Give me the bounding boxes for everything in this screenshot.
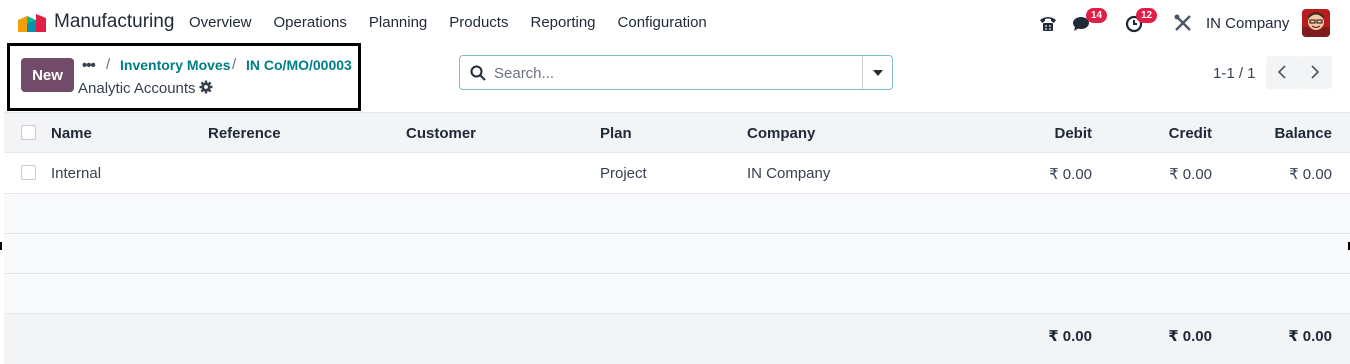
column-customer[interactable]: Customer (406, 125, 476, 142)
pager-next-button[interactable] (1299, 56, 1332, 89)
activities-badge: 12 (1136, 8, 1158, 23)
table-footer-totals: ₹ 0.00 ₹ 0.00 ₹ 0.00 (4, 313, 1350, 364)
total-debit: ₹ 0.00 (1048, 328, 1092, 345)
cell-name: Internal (51, 165, 102, 182)
resize-handle-right[interactable] (1346, 242, 1350, 252)
cell-plan: Project (600, 165, 647, 182)
new-button[interactable]: New (21, 58, 74, 92)
cell-balance: ₹ 0.00 (1289, 166, 1332, 183)
total-credit: ₹ 0.00 (1168, 328, 1212, 345)
gear-icon[interactable] (199, 80, 213, 94)
pager-previous-button[interactable] (1266, 56, 1299, 89)
chat-icon[interactable]: 14 (1072, 8, 1108, 34)
column-plan[interactable]: Plan (600, 125, 632, 142)
search-icon (470, 65, 486, 81)
top-navbar: Manufacturing Overview Operations Planni… (0, 0, 1350, 46)
tools-icon[interactable] (1172, 12, 1194, 34)
menu-planning[interactable]: Planning (369, 14, 427, 31)
app-name[interactable]: Manufacturing (54, 11, 174, 33)
column-credit[interactable]: Credit (1169, 125, 1212, 142)
chevron-left-icon (1277, 65, 1286, 79)
column-company[interactable]: Company (747, 125, 815, 142)
company-switcher[interactable]: IN Company (1206, 15, 1289, 32)
empty-row (4, 273, 1350, 313)
resize-handle-left[interactable] (0, 242, 4, 252)
phone-icon[interactable] (1037, 12, 1059, 34)
menu-configuration[interactable]: Configuration (618, 14, 707, 31)
column-reference[interactable]: Reference (208, 125, 281, 142)
cell-company: IN Company (747, 165, 831, 182)
pager-value[interactable]: 1-1 / 1 (1213, 65, 1256, 82)
search-bar (459, 55, 893, 90)
menu-reporting[interactable]: Reporting (530, 14, 595, 31)
select-all-checkbox[interactable] (21, 125, 36, 140)
breadcrumb-separator: / (232, 56, 237, 73)
chevron-right-icon (1311, 65, 1320, 79)
column-debit[interactable]: Debit (1055, 125, 1093, 142)
table-header: Name Reference Customer Plan Company Deb… (4, 112, 1350, 152)
page-title: Analytic Accounts (78, 80, 196, 97)
breadcrumb-more-icon[interactable]: ••• (82, 57, 96, 74)
search-input[interactable] (494, 62, 854, 84)
cell-debit: ₹ 0.00 (1049, 166, 1092, 183)
empty-row (4, 193, 1350, 233)
column-name[interactable]: Name (51, 125, 92, 142)
column-balance[interactable]: Balance (1274, 125, 1332, 142)
search-options-toggle[interactable] (862, 56, 892, 89)
empty-row (4, 233, 1350, 273)
messages-badge: 14 (1086, 8, 1108, 23)
main-menu: Overview Operations Planning Products Re… (189, 14, 729, 31)
breadcrumb-inventory-moves[interactable]: Inventory Moves (120, 57, 230, 73)
menu-products[interactable]: Products (449, 14, 508, 31)
menu-overview[interactable]: Overview (189, 14, 252, 31)
breadcrumb-mo-record[interactable]: IN Co/MO/00003 (246, 57, 352, 73)
caret-down-icon (873, 70, 883, 76)
clock-icon[interactable]: 12 (1124, 8, 1158, 34)
manufacturing-app-icon[interactable] (18, 14, 46, 32)
user-avatar[interactable] (1302, 9, 1330, 37)
menu-operations[interactable]: Operations (274, 14, 347, 31)
table-row[interactable]: Internal Project IN Company ₹ 0.00 ₹ 0.0… (4, 152, 1350, 192)
row-checkbox[interactable] (21, 165, 36, 180)
cell-credit: ₹ 0.00 (1169, 166, 1212, 183)
total-balance: ₹ 0.00 (1288, 328, 1332, 345)
breadcrumb-separator: / (106, 56, 111, 73)
